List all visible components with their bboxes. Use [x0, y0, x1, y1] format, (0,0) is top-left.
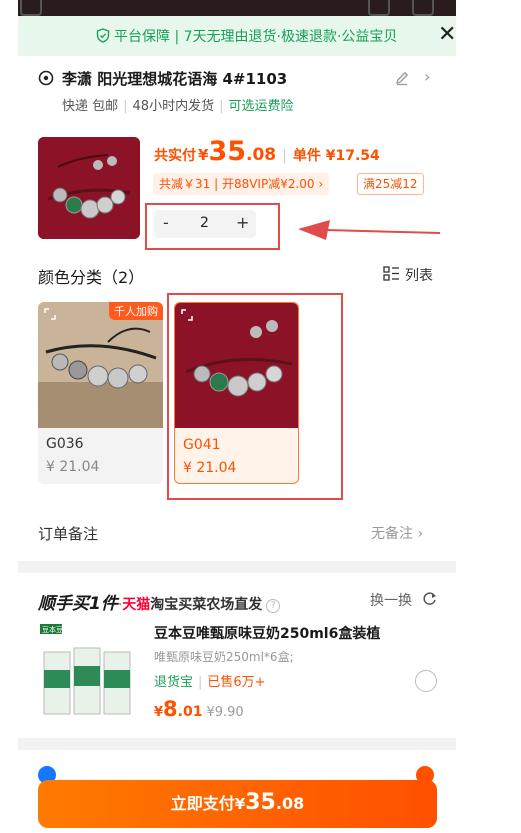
recommend-price: ¥8.01 ¥9.90 — [154, 697, 244, 721]
order-note-value[interactable]: 无备注 › — [371, 523, 423, 543]
shipping-method: 快递 包邮 — [62, 99, 119, 114]
total-price-int: 35 — [208, 136, 247, 167]
pay-amount-dec: .08 — [275, 794, 305, 813]
sold-count: 已售6万+ — [207, 675, 266, 690]
original-price: ¥9.90 — [206, 705, 244, 720]
highlight-box-variant — [167, 293, 343, 500]
share-icon[interactable] — [368, 0, 390, 16]
recommend-price-int: 8 — [163, 697, 178, 721]
recommend-product-spec: 唯甄原味豆奶250ml*6盒; — [154, 650, 294, 664]
shield-check-icon — [96, 28, 110, 43]
recommendation-title: 顺手买1件·天猫淘宝买菜农场直发? — [38, 589, 281, 614]
rec-title-main: 顺手买1件 — [38, 594, 118, 614]
refresh-icon[interactable] — [422, 591, 437, 606]
order-note-label: 订单备注 — [38, 525, 99, 543]
highlight-box-quantity — [145, 203, 280, 250]
unit-price: 单件 ¥17.54 — [292, 148, 380, 164]
pay-amount-int: 35 — [245, 790, 276, 815]
edit-icon[interactable] — [394, 70, 410, 86]
discount-detail[interactable]: 共减￥31 | 开88VIP减¥2.00 › — [153, 173, 330, 195]
product-image[interactable] — [38, 137, 140, 239]
dispatch-time: 48小时内发货 — [132, 99, 215, 114]
brand-label: 豆本豆 — [42, 625, 63, 634]
recommend-product-name[interactable]: 豆本豆唯甄原味豆奶250ml6盒装植 — [154, 623, 380, 643]
close-icon[interactable]: ✕ — [438, 22, 456, 48]
recommend-select-radio[interactable] — [415, 670, 437, 692]
shipping-info: 快递 包邮 | 48小时内发货 | 可选运费险 — [62, 99, 294, 114]
help-icon[interactable]: ? — [266, 599, 281, 613]
variant-price: ¥ 21.04 — [46, 459, 100, 475]
variant-image — [38, 302, 163, 428]
tmall-logo: 天猫 — [122, 597, 151, 613]
recommend-tags: 退货宝 | 已售6万+ — [154, 675, 266, 690]
guarantee-banner: 平台保障 | 7天无理由退货·极速退款·公益宝贝 ✕ — [18, 16, 456, 56]
expand-icon[interactable] — [44, 308, 56, 320]
back-icon[interactable] — [20, 0, 42, 16]
total-label: 共实付 — [154, 148, 196, 164]
top-product-strip — [18, 0, 456, 16]
return-guarantee-tag: 退货宝 — [154, 675, 194, 690]
popular-badge: 千人加购 — [109, 302, 163, 320]
guarantee-text: 平台保障 | 7天无理由退货·极速退款·公益宝贝 — [114, 29, 398, 45]
cart-icon[interactable] — [412, 0, 434, 16]
promo-tag: 满25减12 — [357, 173, 424, 195]
shipping-insurance-link[interactable]: 可选运费险 — [228, 99, 293, 114]
variant-option-g036[interactable]: 千人加购 G036 ¥ 21.04 — [38, 302, 163, 484]
pointer-arrow — [298, 220, 441, 240]
recommend-product-image[interactable]: 豆本豆 — [38, 622, 140, 722]
color-section-title: 颜色分类（2） — [38, 268, 145, 287]
recommend-price-dec: .01 — [177, 704, 203, 720]
list-view-label[interactable]: 列表 — [405, 265, 433, 285]
address-chevron-icon[interactable]: › — [424, 67, 430, 86]
total-price-dec: .08 — [246, 145, 277, 165]
price-summary: 共实付 ¥35.08 | 单件 ¥17.54 — [154, 136, 380, 167]
variant-name: G036 — [46, 436, 84, 452]
rec-title-sub: 淘宝买菜农场直发 — [150, 597, 263, 613]
total-currency: ¥ — [198, 146, 209, 164]
list-view-icon[interactable] — [383, 266, 400, 281]
refresh-button[interactable]: 换一换 — [370, 590, 412, 610]
delivery-address[interactable]: 李潇 阳光理想城花语海 4#1103 — [62, 68, 287, 89]
pay-now-button[interactable]: 立即支付¥35.08 — [38, 780, 437, 828]
location-pin-icon — [38, 70, 54, 86]
